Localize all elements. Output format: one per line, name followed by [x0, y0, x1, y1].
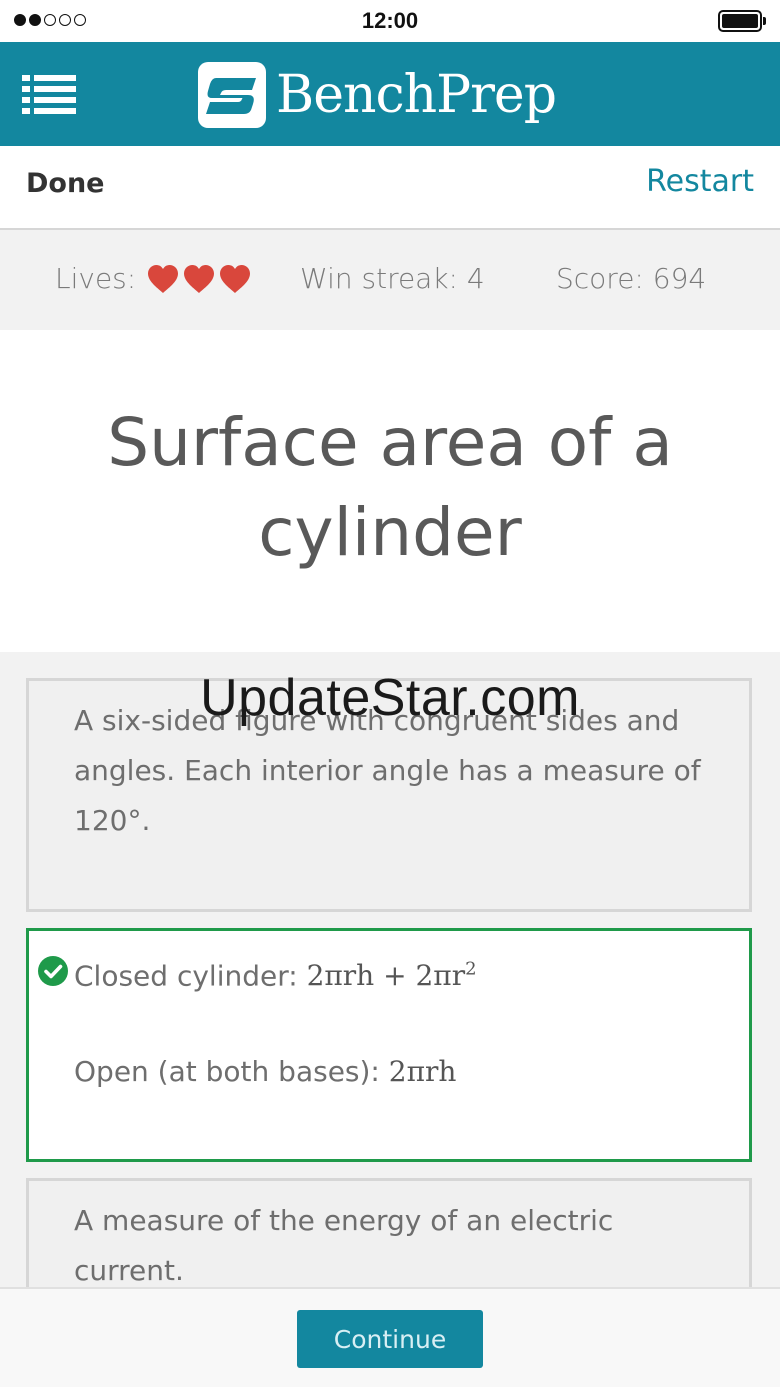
lives-hearts — [146, 264, 252, 294]
open-cylinder-label: Open (at both bases): — [74, 1055, 389, 1088]
closed-cylinder-formula-exponent: 2 — [465, 959, 477, 980]
answer-text: A measure of the energy of an electric c… — [74, 1204, 614, 1287]
closed-cylinder-line: Closed cylinder: 2πrh + 2πr2 — [74, 945, 725, 1001]
answer-card[interactable]: A measure of the energy of an electric c… — [26, 1178, 752, 1287]
heart-icon — [220, 264, 251, 293]
question-title-area: Surface area of a cylinder — [0, 330, 780, 652]
open-cylinder-formula: 2πrh — [388, 1055, 457, 1088]
status-bar: 12:00 — [0, 0, 780, 42]
heart-icon — [148, 264, 179, 293]
brand-name: BenchPrep — [276, 65, 557, 125]
lives-label: Lives: — [55, 262, 137, 295]
closed-cylinder-label: Closed cylinder: — [74, 959, 307, 993]
open-cylinder-line: Open (at both bases): 2πrh — [74, 1047, 725, 1097]
answer-card[interactable]: A six-sided figure with congruent sides … — [26, 678, 752, 912]
footer: Continue — [0, 1287, 780, 1387]
heart-icon — [184, 264, 215, 293]
lives-stat: Lives: — [55, 262, 252, 295]
menu-icon[interactable] — [22, 75, 76, 115]
benchprep-logo-icon — [198, 62, 266, 128]
answer-cards: A six-sided figure with congruent sides … — [0, 652, 780, 1287]
nav-bar: Done Restart — [0, 146, 780, 230]
win-streak-stat: Win streak: 4 — [300, 262, 485, 295]
answer-card-selected[interactable]: Closed cylinder: 2πrh + 2πr2 Open (at bo… — [26, 928, 752, 1162]
battery-icon — [718, 10, 766, 32]
score-stat: Score: 694 — [556, 262, 707, 295]
check-circle-icon — [38, 956, 68, 986]
done-button[interactable]: Done — [26, 168, 105, 199]
closed-cylinder-formula: 2πrh + 2πr2 — [307, 959, 477, 992]
continue-button[interactable]: Continue — [297, 1310, 483, 1368]
answer-text: A six-sided figure with congruent sides … — [74, 704, 701, 837]
page-title: Surface area of a cylinder — [107, 404, 673, 571]
closed-cylinder-formula-base: 2πrh + 2πr — [306, 959, 466, 993]
status-time: 12:00 — [361, 8, 419, 33]
app-header: BenchPrep — [0, 42, 780, 146]
brand-logo: BenchPrep — [198, 62, 557, 128]
restart-button[interactable]: Restart — [646, 164, 754, 199]
stats-bar: Lives: Win streak: 4 Score: 694 — [0, 230, 780, 330]
